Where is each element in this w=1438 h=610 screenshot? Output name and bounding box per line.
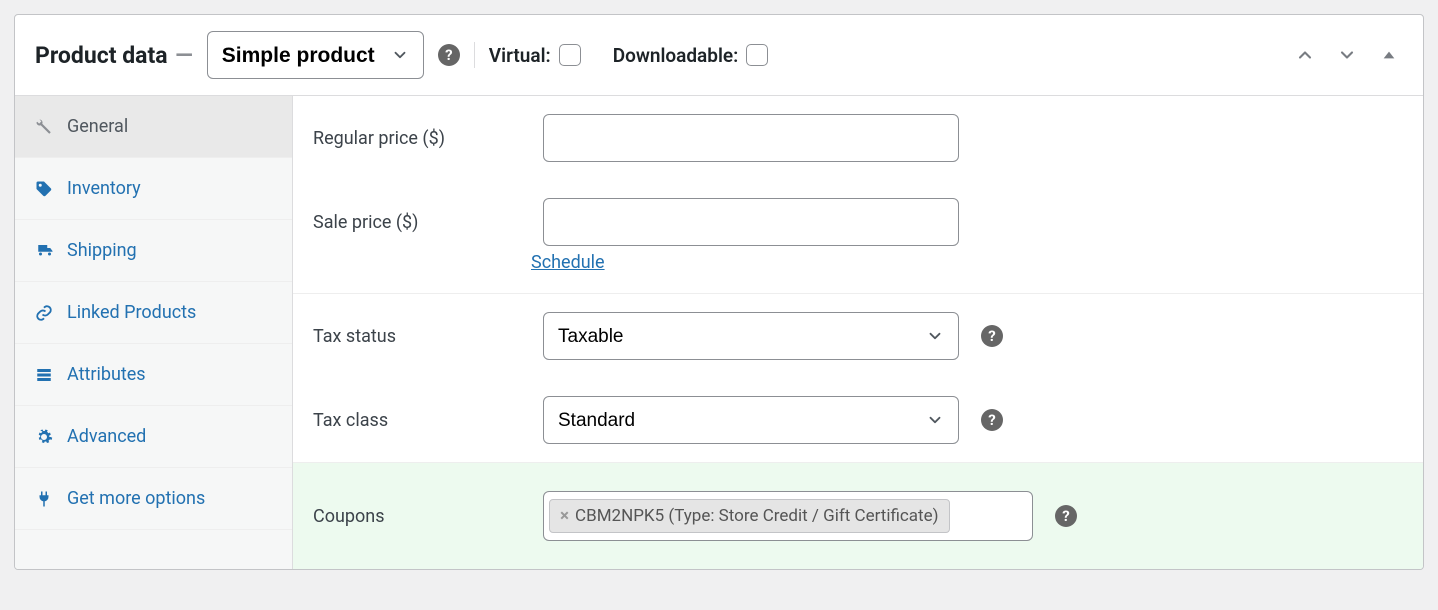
schedule-link[interactable]: Schedule: [531, 252, 605, 273]
panel-body: General Inventory Shipping Linked Produc…: [15, 96, 1423, 569]
sidebar-item-inventory[interactable]: Inventory: [15, 158, 292, 220]
coupons-label: Coupons: [313, 506, 531, 527]
sidebar-item-label: Shipping: [67, 240, 137, 261]
product-data-panel: Product data — Simple product ? Virtual:…: [14, 14, 1424, 570]
panel-title: Product data —: [35, 42, 193, 69]
sidebar-item-advanced[interactable]: Advanced: [15, 406, 292, 468]
title-dash: —: [175, 42, 193, 69]
sidebar-item-label: Linked Products: [67, 302, 196, 323]
panel-title-text: Product data: [35, 42, 168, 69]
downloadable-label: Downloadable:: [613, 44, 739, 67]
list-icon: [35, 366, 55, 384]
tax-class-select-wrap[interactable]: Standard: [543, 396, 959, 444]
regular-price-input[interactable]: [543, 114, 959, 162]
wrench-icon: [35, 118, 55, 136]
tax-class-select[interactable]: Standard: [544, 397, 958, 443]
downloadable-checkbox[interactable]: [746, 44, 768, 66]
sale-price-input[interactable]: [543, 198, 959, 246]
truck-icon: [35, 242, 55, 260]
sidebar-item-general[interactable]: General: [15, 96, 292, 158]
sidebar-item-label: Get more options: [67, 488, 205, 509]
virtual-toggle: Virtual:: [489, 44, 581, 67]
tax-status-label: Tax status: [313, 326, 531, 347]
downloadable-toggle: Downloadable:: [613, 44, 769, 67]
tax-status-row: Tax status Taxable ?: [293, 294, 1423, 378]
gear-icon: [35, 428, 55, 446]
sidebar-item-get-more-options[interactable]: Get more options: [15, 468, 292, 530]
regular-price-row: Regular price ($): [293, 96, 1423, 180]
sidebar-item-shipping[interactable]: Shipping: [15, 220, 292, 282]
move-up-button[interactable]: [1291, 41, 1319, 69]
remove-chip-icon[interactable]: ×: [560, 506, 569, 526]
tax-section: Tax status Taxable ? Tax class Standard …: [293, 294, 1423, 463]
separator: [474, 42, 475, 68]
sidebar-item-label: Advanced: [67, 426, 146, 447]
tax-class-row: Tax class Standard ?: [293, 378, 1423, 462]
tax-status-select[interactable]: Taxable: [544, 313, 958, 359]
help-icon[interactable]: ?: [1055, 505, 1077, 527]
sale-price-row: Sale price ($): [293, 180, 1423, 252]
tag-icon: [35, 180, 55, 198]
coupon-chip: × CBM2NPK5 (Type: Store Credit / Gift Ce…: [549, 499, 950, 533]
tax-class-label: Tax class: [313, 410, 531, 431]
help-icon[interactable]: ?: [438, 44, 460, 66]
virtual-label: Virtual:: [489, 44, 551, 67]
sidebar-item-label: Attributes: [67, 364, 146, 385]
tax-status-select-wrap[interactable]: Taxable: [543, 312, 959, 360]
plug-icon: [35, 490, 55, 508]
sidebar: General Inventory Shipping Linked Produc…: [15, 96, 293, 569]
pricing-section: Regular price ($) Sale price ($) Schedul…: [293, 96, 1423, 294]
product-type-select[interactable]: Simple product: [208, 32, 423, 78]
coupons-input[interactable]: × CBM2NPK5 (Type: Store Credit / Gift Ce…: [543, 491, 1033, 541]
link-icon: [35, 304, 55, 322]
help-icon[interactable]: ?: [981, 409, 1003, 431]
coupon-chip-label: CBM2NPK5 (Type: Store Credit / Gift Cert…: [575, 506, 939, 526]
sidebar-item-linked-products[interactable]: Linked Products: [15, 282, 292, 344]
sidebar-item-attributes[interactable]: Attributes: [15, 344, 292, 406]
coupons-row: Coupons × CBM2NPK5 (Type: Store Credit /…: [293, 463, 1423, 569]
product-type-select-wrap[interactable]: Simple product: [207, 31, 424, 79]
sale-price-label: Sale price ($): [313, 212, 531, 233]
move-down-button[interactable]: [1333, 41, 1361, 69]
sidebar-item-label: Inventory: [67, 178, 141, 199]
content-area: Regular price ($) Sale price ($) Schedul…: [293, 96, 1423, 569]
panel-header: Product data — Simple product ? Virtual:…: [15, 15, 1423, 96]
collapse-button[interactable]: [1375, 41, 1403, 69]
help-icon[interactable]: ?: [981, 325, 1003, 347]
regular-price-label: Regular price ($): [313, 128, 531, 149]
sidebar-item-label: General: [67, 116, 128, 137]
virtual-checkbox[interactable]: [559, 44, 581, 66]
